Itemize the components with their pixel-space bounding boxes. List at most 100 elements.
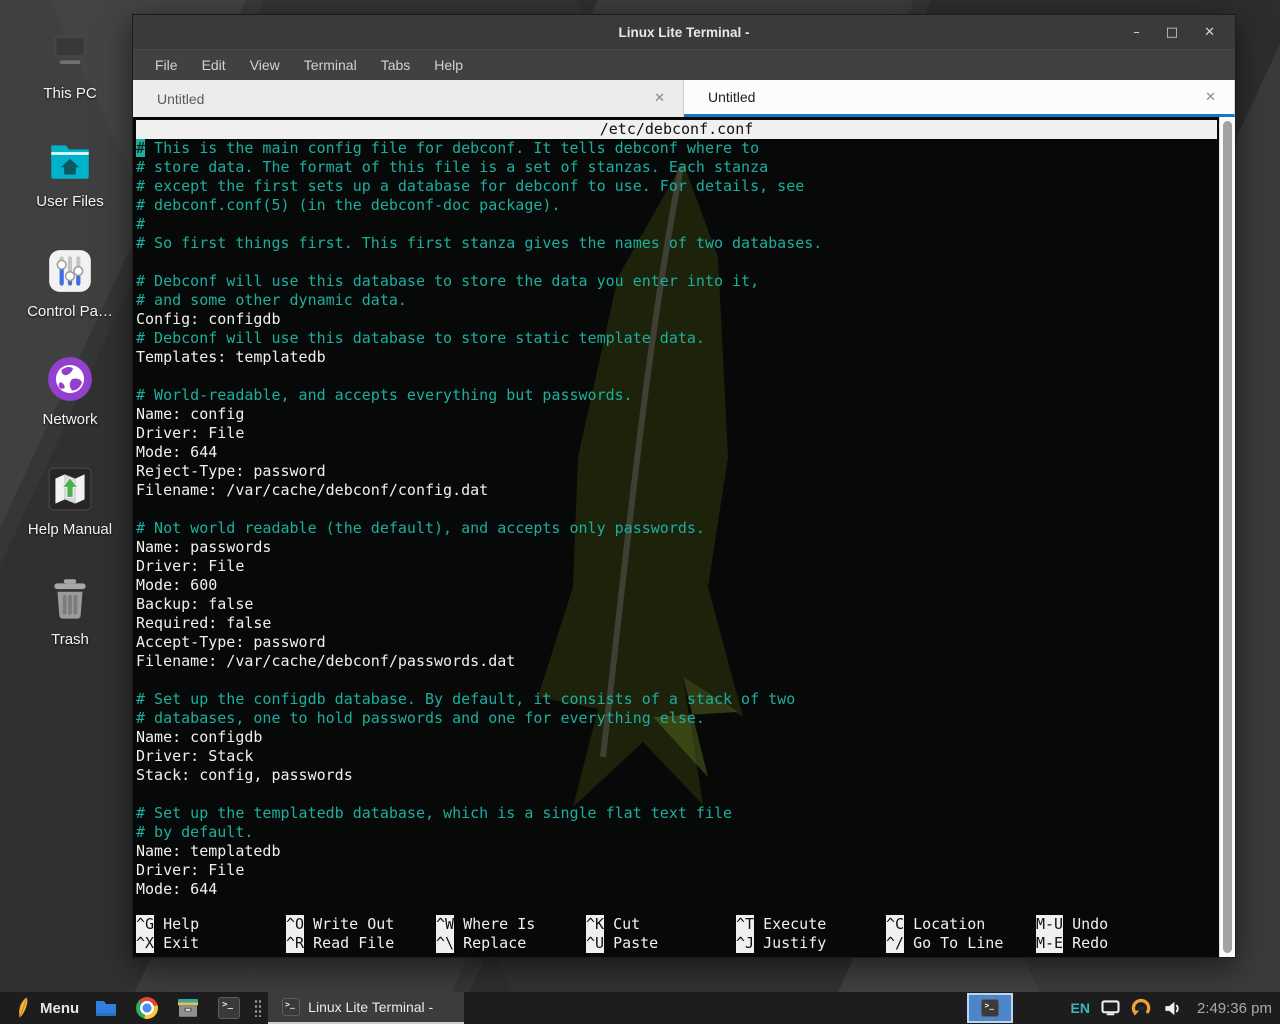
shortcut-key: ^O [286,915,304,934]
minimize-button[interactable]: – [1133,26,1140,39]
nano-line: # Not world readable (the default), and … [136,519,1219,538]
menu-terminal[interactable]: Terminal [292,50,369,81]
menu-edit[interactable]: Edit [190,50,238,81]
window-titlebar[interactable]: Linux Lite Terminal - – □ ✕ [133,15,1235,49]
taskbar: Menu >_ >_ Linux Lite Terminal - >_ EN [0,992,1280,1024]
shortcut-go-to-line: ^/Go To Line [886,934,1036,953]
nano-line: Config: configdb [136,310,1219,329]
nano-line: Driver: File [136,424,1219,443]
nano-cursor: # [136,139,145,157]
shortcut-label: Exit [163,934,199,953]
help-manual-icon [45,464,95,514]
terminal-tab-1[interactable]: Untitled✕ [133,80,684,117]
shortcut-label: Write Out [313,915,394,934]
nano-line: Name: passwords [136,538,1219,557]
chrome-launcher-icon[interactable] [134,995,160,1021]
nano-line [136,367,1219,386]
terminal-tabbar: Untitled✕Untitled✕ [133,80,1235,117]
terminal-area[interactable]: GNU nano 7.2 /etc/debconf.conf # This is… [133,117,1235,957]
shortcut-key: ^X [136,934,154,953]
shortcut-label: Help [163,915,199,934]
shortcut-label: Paste [613,934,658,953]
nano-line: Driver: File [136,861,1219,880]
shortcut-key: ^/ [886,934,904,953]
computer-icon [45,28,95,78]
launcher-handle[interactable] [254,999,262,1017]
clock[interactable]: 2:49:36 pm [1197,1000,1272,1017]
update-notifier-icon[interactable] [1131,998,1152,1019]
terminal-tab-2[interactable]: Untitled✕ [684,80,1235,117]
tab-close-icon[interactable]: ✕ [654,91,665,106]
nano-buffer[interactable]: # This is the main config file for debco… [136,139,1219,899]
menu-tabs[interactable]: Tabs [369,50,423,81]
terminal-icon: >_ [981,999,999,1017]
menu-view[interactable]: View [238,50,292,81]
desktop-icon-label: Trash [51,631,89,648]
close-button[interactable]: ✕ [1204,26,1215,39]
scrollbar-thumb[interactable] [1223,121,1232,953]
desktop-icon-label: Network [42,411,97,428]
nano-shortcut-bar: ^GHelp^OWrite Out^WWhere Is^KCut^TExecut… [136,915,1217,953]
nano-line: # So first things first. This first stan… [136,234,1219,253]
shortcut-location: ^CLocation [886,915,1036,934]
shortcut-key: ^W [436,915,454,934]
nano-line: # debconf.conf(5) (in the debconf-doc pa… [136,196,1219,215]
folder-blue-launcher-icon[interactable] [93,995,119,1021]
nano-line: Mode: 644 [136,880,1219,899]
shortcut-justify: ^JJustify [736,934,886,953]
window-controls: – □ ✕ [1133,26,1235,39]
nano-line: Templates: templatedb [136,348,1219,367]
nano-line: Accept-Type: password [136,633,1219,652]
shortcut-replace: ^\Replace [436,934,586,953]
nano-line: # World-readable, and accepts everything… [136,386,1219,405]
terminal-scrollbar[interactable] [1219,117,1235,957]
shortcut-key: ^J [736,934,754,953]
nano-line: Driver: File [136,557,1219,576]
active-window-indicator[interactable]: >_ [967,993,1013,1023]
desktop-icon-folder-home[interactable]: User Files [0,136,140,210]
shortcut-cut: ^KCut [586,915,736,934]
shortcut-read-file: ^R Read File [286,934,436,953]
taskbar-window-button[interactable]: >_ Linux Lite Terminal - [268,992,464,1024]
nano-editor[interactable]: GNU nano 7.2 /etc/debconf.conf # This is… [133,117,1219,957]
volume-icon[interactable] [1163,1000,1182,1017]
folder-home-icon [45,136,95,186]
desktop-icon-label: User Files [36,193,104,210]
menu-file[interactable]: File [143,50,190,81]
nano-line: Mode: 644 [136,443,1219,462]
menu-button[interactable]: Menu [40,1000,79,1017]
tab-label: Untitled [708,89,1205,105]
shortcut-key: ^R [286,934,304,953]
nano-line: Name: configdb [136,728,1219,747]
desktop-icon-network-globe[interactable]: Network [0,354,140,428]
linuxlite-logo-icon[interactable] [16,995,34,1021]
desktop-icon-control-panel[interactable]: Control Pa… [0,246,140,320]
menu-help[interactable]: Help [422,50,475,81]
shortcut-execute: ^TExecute [736,915,886,934]
window-title: Linux Lite Terminal - [133,25,1235,40]
shortcut-key: ^G [136,915,154,934]
display-icon[interactable] [1101,1000,1120,1016]
nano-line: Mode: 600 [136,576,1219,595]
nano-line [136,785,1219,804]
terminal-launcher-icon[interactable]: >_ [216,995,242,1021]
shortcut-label: Read File [313,934,394,953]
nano-line: # except the first sets up a database fo… [136,177,1219,196]
nano-line: Backup: false [136,595,1219,614]
nano-line: Filename: /var/cache/debconf/config.dat [136,481,1219,500]
desktop-icon-help-manual[interactable]: Help Manual [0,464,140,538]
shortcut-label: Redo [1072,934,1108,953]
shortcut-key: ^U [586,934,604,953]
nano-line: # This is the main config file for debco… [136,139,1219,158]
desktop-icon-computer[interactable]: This PC [0,28,140,102]
nano-titlebar: GNU nano 7.2 /etc/debconf.conf [136,120,1217,139]
shortcut-label: Cut [613,915,640,934]
shortcut-key: ^\ [436,934,454,953]
archive-launcher-icon[interactable] [175,995,201,1021]
nano-line: # Debconf will use this database to stor… [136,329,1219,348]
maximize-button[interactable]: □ [1166,26,1178,39]
keyboard-layout-indicator[interactable]: EN [1070,1000,1089,1016]
desktop-icon-trash[interactable]: Trash [0,574,140,648]
terminal-menubar: FileEditViewTerminalTabsHelp [133,49,1235,80]
tab-close-icon[interactable]: ✕ [1205,90,1216,105]
